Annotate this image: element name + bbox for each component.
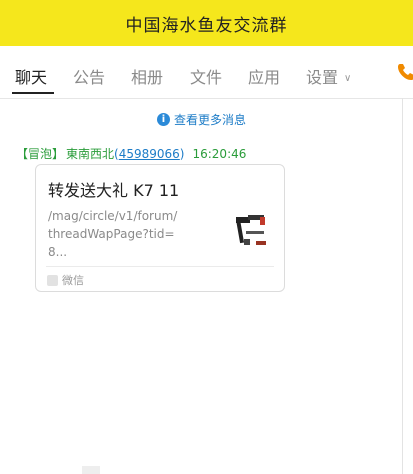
tab-files[interactable]: 文件	[190, 64, 222, 88]
card-divider	[46, 266, 274, 267]
sender-tag: 【冒泡】	[16, 147, 65, 161]
tab-apps[interactable]: 应用	[248, 64, 280, 88]
active-tab-indicator	[12, 92, 54, 94]
card-footer: 微信	[47, 272, 84, 288]
view-more-messages-label: 查看更多消息	[174, 113, 247, 127]
tab-chat[interactable]: 聊天	[15, 64, 47, 88]
tab-settings[interactable]: 设置 ∨	[306, 64, 351, 88]
card-thumbnail-image	[236, 215, 266, 245]
shared-link-card[interactable]: 转发送大礼 K7 11 /mag/circle/v1/forum/threadW…	[35, 164, 285, 292]
side-panel-divider	[402, 98, 403, 474]
tab-settings-label: 设置	[306, 68, 339, 87]
message-header: 【冒泡】 東南西北(45989066) 16:20:46	[16, 145, 246, 162]
bottom-toolbar-fragment	[82, 466, 100, 474]
card-title: 转发送大礼 K7 11	[48, 181, 180, 200]
tab-announcement[interactable]: 公告	[73, 64, 105, 88]
tab-album[interactable]: 相册	[131, 64, 163, 88]
chevron-down-icon: ∨	[344, 73, 352, 84]
view-more-messages-link[interactable]: i 查看更多消息	[157, 111, 246, 128]
card-description: /mag/circle/v1/forum/threadWapPage?tid=8…	[48, 209, 178, 259]
info-icon: i	[157, 113, 170, 126]
sender-id-paren-close: )	[179, 147, 185, 161]
window-title: 中国海水鱼友交流群	[125, 15, 288, 36]
phone-icon[interactable]	[396, 62, 413, 82]
title-bar: 中国海水鱼友交流群	[0, 0, 413, 46]
sender-name[interactable]: 東南西北	[66, 147, 114, 161]
sender-id-link[interactable]: 45989066	[119, 147, 180, 161]
tab-bar: 聊天 公告 相册 文件 应用 设置 ∨	[0, 46, 413, 99]
card-source-label: 微信	[62, 274, 84, 287]
message-time: 16:20:46	[192, 147, 247, 161]
wechat-icon	[47, 274, 58, 286]
